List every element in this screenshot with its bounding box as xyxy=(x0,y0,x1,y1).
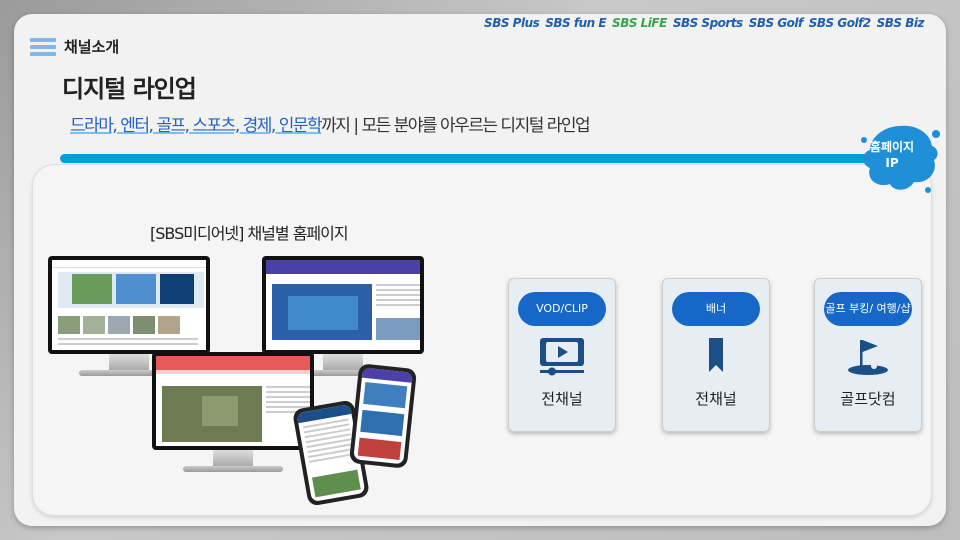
page-title: 디지털 라인업 xyxy=(62,75,197,103)
golf-booking-pill: 골프 부킹/ 여행/샵 xyxy=(824,292,912,326)
brand-sbs-fune: SBS fun E xyxy=(545,16,607,30)
card-label-banner: 전채널 xyxy=(695,390,737,408)
brand-sbs-golf: SBS Golf xyxy=(748,16,804,30)
subtitle-rest: 까지 | 모든 분야를 아우르는 디지털 라인업 xyxy=(321,116,591,136)
panel-heading: [SBS미디어넷] 채널별 홈페이지 xyxy=(150,224,349,243)
brand-sbs-golf2: SBS Golf2 xyxy=(808,16,871,30)
bookmark-icon xyxy=(709,338,723,372)
video-play-icon xyxy=(540,338,584,376)
accent-bar xyxy=(60,154,926,163)
brand-sbs-sports: SBS Sports xyxy=(672,16,743,30)
card-banner[interactable]: 배너 전채널 xyxy=(662,278,770,432)
card-label-golf: 골프닷컴 xyxy=(840,390,896,408)
brand-sbs-plus: SBS Plus xyxy=(484,16,540,30)
phone-sbs-sports xyxy=(348,363,418,469)
monitor-sbs-life xyxy=(152,352,314,482)
vod-clip-pill: VOD/CLIP xyxy=(518,292,606,326)
brand-logo-row: SBS Plus SBS fun E SBS LiFE SBS Sports S… xyxy=(484,14,924,32)
section-label: 채널소개 xyxy=(64,38,120,56)
banner-pill: 배너 xyxy=(672,292,760,326)
homepage-ip-badge: 홈페이지 IP xyxy=(869,140,915,170)
golf-flag-icon xyxy=(848,340,888,375)
menu-icon[interactable] xyxy=(30,38,56,56)
slide: 채널소개 디지털 라인업 드라마, 엔터, 골프, 스포츠, 경제, 인문학까지… xyxy=(14,14,946,526)
brand-sbs-life: SBS LiFE xyxy=(612,16,667,30)
card-label-vod: 전채널 xyxy=(541,390,583,408)
content-panel: [SBS미디어넷] 채널별 홈페이지 VOD/CLIP 전채널 배너 전채널 골… xyxy=(32,164,932,516)
brand-sbs-biz: SBS Biz xyxy=(876,16,925,30)
card-golf-booking[interactable]: 골프 부킹/ 여행/샵 골프닷컴 xyxy=(814,278,922,432)
card-vod-clip[interactable]: VOD/CLIP 전채널 xyxy=(508,278,616,432)
subtitle-highlight: 드라마, 엔터, 골프, 스포츠, 경제, 인문학 xyxy=(70,116,323,136)
subtitle: 드라마, 엔터, 골프, 스포츠, 경제, 인문학까지 | 모든 분야를 아우르… xyxy=(70,111,591,136)
